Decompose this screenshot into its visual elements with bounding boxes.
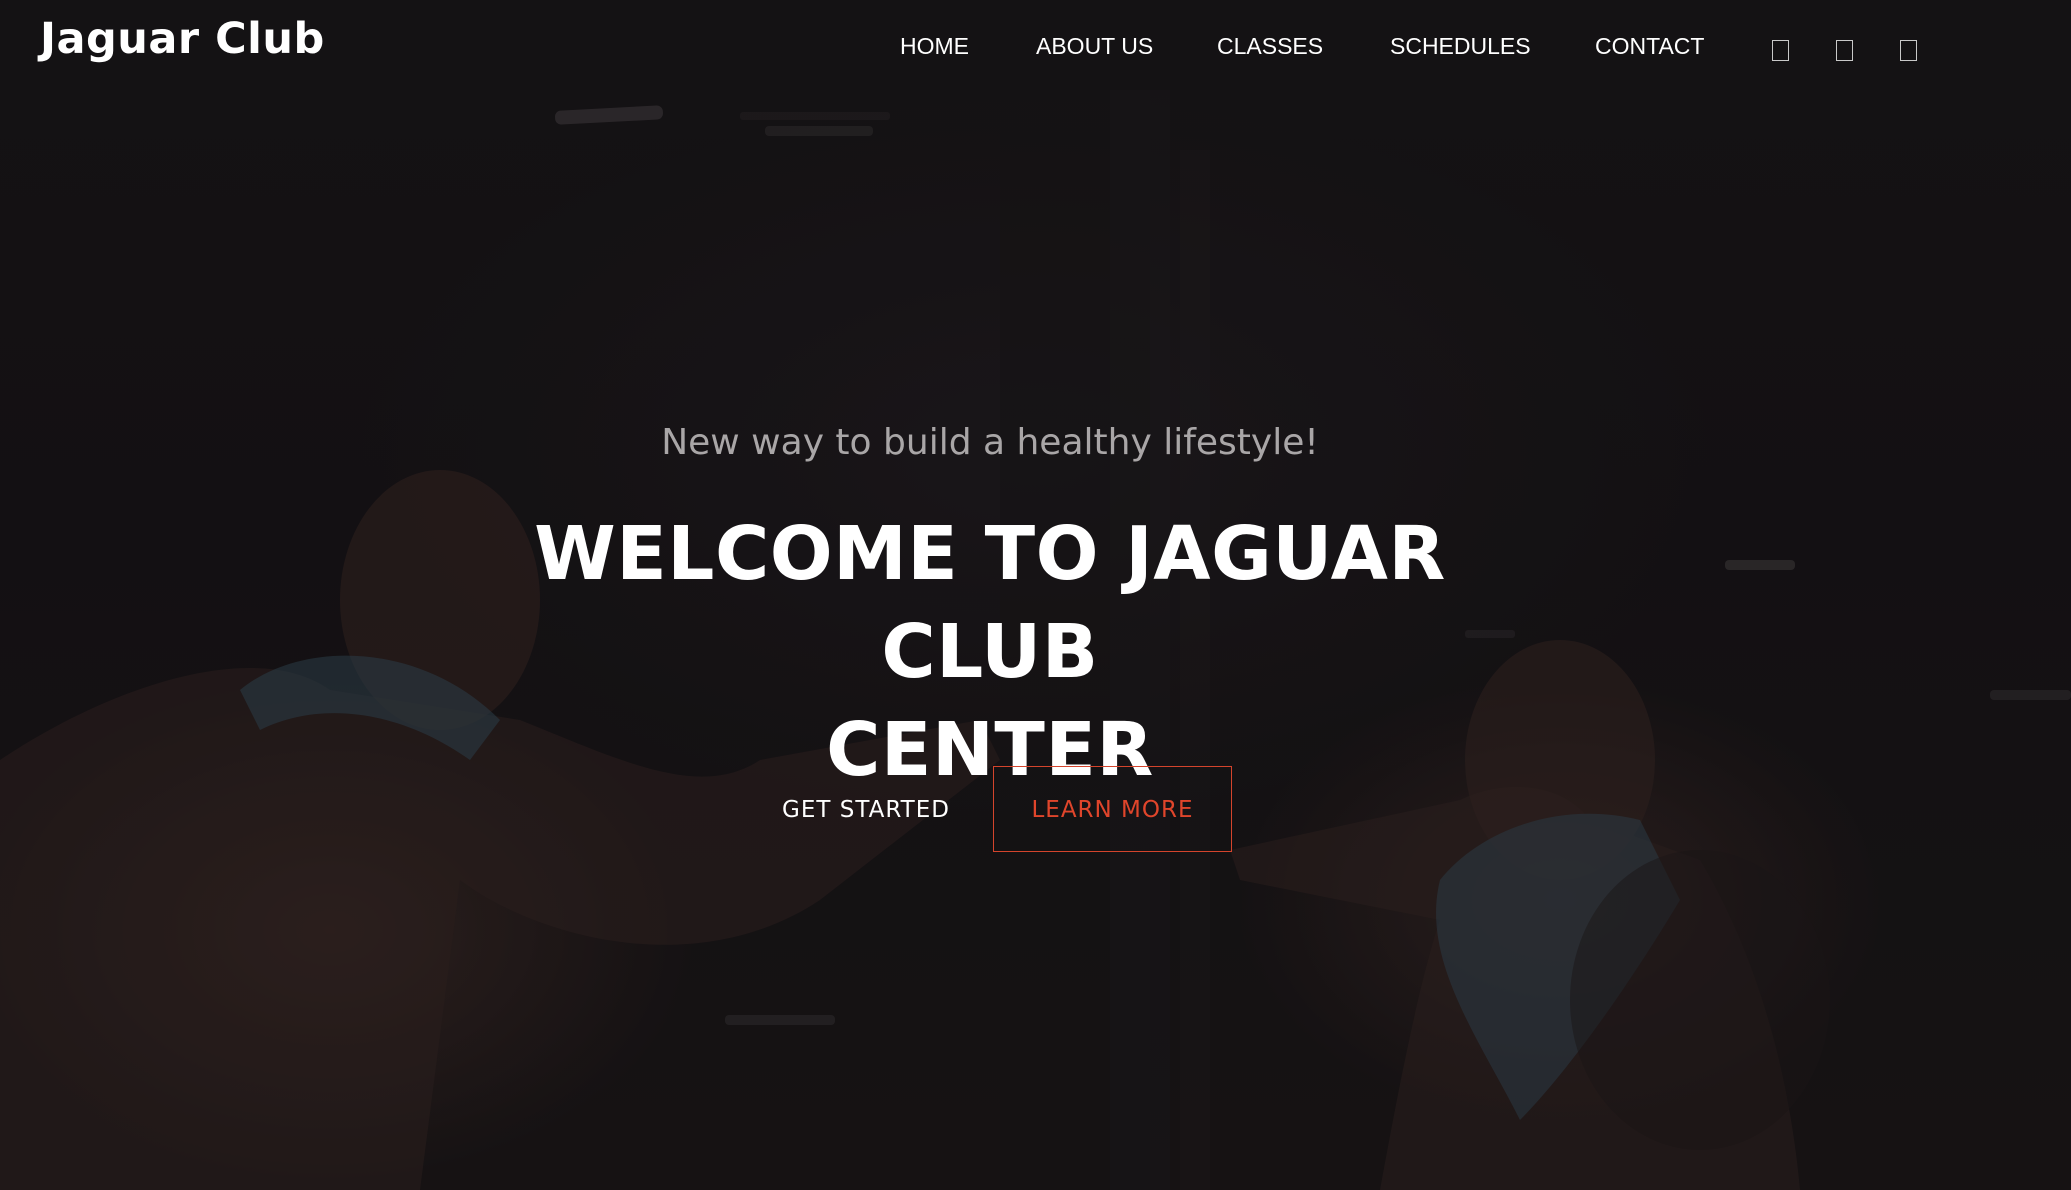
nav-about-us[interactable]: ABOUT US <box>1036 33 1153 60</box>
nav-contact[interactable]: CONTACT <box>1595 33 1704 60</box>
social-icon-3[interactable] <box>1900 40 1917 61</box>
social-icon-2[interactable] <box>1836 40 1853 61</box>
hero-headline: WELCOME TO JAGUAR CLUB CENTER <box>440 505 1540 799</box>
nav-schedules[interactable]: SCHEDULES <box>1390 33 1531 60</box>
nav-home[interactable]: HOME <box>900 33 969 60</box>
hero-tagline: New way to build a healthy lifestyle! <box>661 422 1319 463</box>
social-icon-1[interactable] <box>1772 40 1789 61</box>
social-links <box>1772 40 2012 62</box>
landing-page: Jaguar Club HOME ABOUT US CLASSES SCHEDU… <box>0 0 2071 1190</box>
hero-section: New way to build a healthy lifestyle! WE… <box>0 0 2071 1190</box>
learn-more-button[interactable]: LEARN MORE <box>993 766 1232 852</box>
site-logo[interactable]: Jaguar Club <box>40 14 325 64</box>
get-started-button[interactable]: GET STARTED <box>760 766 972 852</box>
hero-headline-line-1: WELCOME TO JAGUAR CLUB <box>534 511 1446 695</box>
site-header: Jaguar Club HOME ABOUT US CLASSES SCHEDU… <box>0 0 2071 92</box>
nav-classes[interactable]: CLASSES <box>1217 33 1323 60</box>
